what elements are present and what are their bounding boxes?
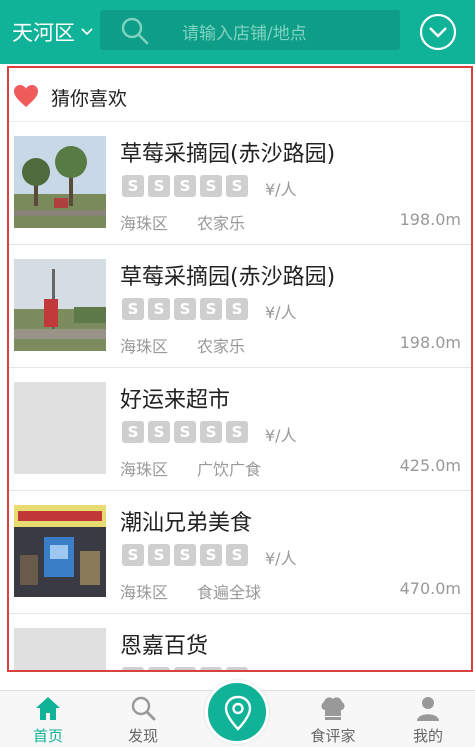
nav-label-food-critic: 食评家 (310, 727, 356, 745)
location-pin-icon (224, 695, 252, 731)
shop-distance: 425.0m (399, 456, 461, 475)
nav-label-home: 首页 (32, 727, 63, 745)
rating-star-icon: S (148, 298, 170, 320)
shop-district: 海珠区 (120, 460, 169, 479)
search-icon (131, 696, 156, 721)
list-item[interactable]: 好运来超市 SSSSS ¥/人 海珠区 广饮广食 425.0m (9, 368, 471, 491)
rating-star-icon: S (122, 298, 144, 320)
shop-category: 广饮广食 (197, 460, 262, 479)
shop-distance: 470.0m (399, 579, 461, 598)
shop-name: 好运来超市 (120, 388, 231, 413)
rating-star-icon: S (226, 298, 248, 320)
shop-district: 海珠区 (120, 337, 169, 356)
search-icon (121, 17, 149, 45)
list-item[interactable]: 草莓采摘园(赤沙路园) SSSSS ¥/人 海珠区 农家乐 198.0m (9, 245, 471, 368)
section-header: 猜你喜欢 (9, 68, 471, 122)
shop-name: 草莓采摘园(赤沙路园) (120, 265, 336, 290)
rating-star-icon: S (122, 667, 144, 670)
shop-thumbnail (14, 628, 106, 670)
shop-category: 食遍全球 (197, 583, 262, 602)
search-placeholder: 请输入店铺/地点 (182, 24, 307, 44)
price-per-person: ¥/人 (265, 549, 297, 568)
price-per-person: ¥/人 (265, 668, 297, 670)
rating-star-icon: S (174, 298, 196, 320)
shop-thumbnail (14, 136, 106, 228)
price-per-person: ¥/人 (265, 426, 297, 445)
rating-stars: SSSSS (122, 544, 252, 566)
rating-star-icon: S (174, 421, 196, 443)
shop-category: 农家乐 (197, 337, 246, 356)
list-item[interactable]: 潮汕兄弟美食 SSSSS ¥/人 海珠区 食遍全球 470.0m (9, 491, 471, 614)
nav-item-home[interactable]: 首页 (8, 691, 88, 747)
chef-hat-icon (321, 697, 345, 720)
location-button[interactable] (205, 680, 269, 744)
shop-thumbnail (14, 259, 106, 351)
rating-star-icon: S (226, 544, 248, 566)
rating-star-icon: S (174, 544, 196, 566)
rating-stars: SSSSS (122, 667, 252, 670)
chevron-down-icon (81, 28, 93, 36)
rating-star-icon: S (148, 544, 170, 566)
shop-category: 农家乐 (197, 214, 246, 233)
person-icon (417, 697, 439, 721)
rating-star-icon: S (148, 421, 170, 443)
rating-star-icon: S (174, 667, 196, 670)
dropdown-circle-icon[interactable] (419, 13, 457, 51)
rating-star-icon: S (200, 544, 222, 566)
price-per-person: ¥/人 (265, 180, 297, 199)
rating-star-icon: S (122, 421, 144, 443)
nav-item-discover[interactable]: 发现 (103, 691, 183, 747)
shop-district: 海珠区 (120, 214, 169, 233)
city-selector[interactable]: 天河区 (12, 18, 93, 46)
rating-star-icon: S (200, 298, 222, 320)
shop-thumbnail (14, 382, 106, 474)
recommendation-panel: 猜你喜欢 草莓采摘园(赤沙路园) SSSSS ¥/人 海珠区 农家乐 198.0… (7, 66, 473, 672)
list-item[interactable]: 草莓采摘园(赤沙路园) SSSSS ¥/人 海珠区 农家乐 198.0m (9, 122, 471, 245)
shop-district: 海珠区 (120, 583, 169, 602)
list-item[interactable]: 恩嘉百货 S S S S S ¥/人 (9, 614, 471, 670)
rating-star-icon: S (122, 175, 144, 197)
top-bar: 天河区 请输入店铺/地点 (0, 0, 475, 64)
nav-item-food-critic[interactable]: 食评家 (293, 691, 373, 747)
rating-star-icon: S (200, 421, 222, 443)
rating-stars: SSSSS (122, 298, 252, 320)
shop-thumbnail (14, 505, 106, 597)
search-input[interactable]: 请输入店铺/地点 (100, 10, 400, 50)
shop-distance: 198.0m (399, 210, 461, 229)
shop-distance: 198.0m (399, 333, 461, 352)
rating-star-icon: S (148, 667, 170, 670)
nav-label-discover: 发现 (127, 727, 158, 745)
section-title: 猜你喜欢 (51, 88, 128, 110)
rating-star-icon: S (226, 421, 248, 443)
heart-icon (14, 85, 38, 107)
city-label: 天河区 (12, 21, 75, 45)
nav-item-mine[interactable]: 我的 (388, 691, 468, 747)
home-icon (36, 697, 60, 720)
rating-stars: SSSSS (122, 421, 252, 443)
rating-star-icon: S (226, 667, 248, 670)
rating-star-icon: S (122, 544, 144, 566)
rating-star-icon: S (226, 175, 248, 197)
nav-label-mine: 我的 (412, 727, 443, 745)
rating-star-icon: S (174, 175, 196, 197)
rating-star-icon: S (148, 175, 170, 197)
shop-name: 恩嘉百货 (120, 634, 209, 659)
shop-name: 草莓采摘园(赤沙路园) (120, 142, 336, 167)
rating-stars: SSSSS (122, 175, 252, 197)
rating-star-icon: S (200, 175, 222, 197)
rating-star-icon: S (200, 667, 222, 670)
shop-name: 潮汕兄弟美食 (120, 511, 253, 536)
price-per-person: ¥/人 (265, 303, 297, 322)
